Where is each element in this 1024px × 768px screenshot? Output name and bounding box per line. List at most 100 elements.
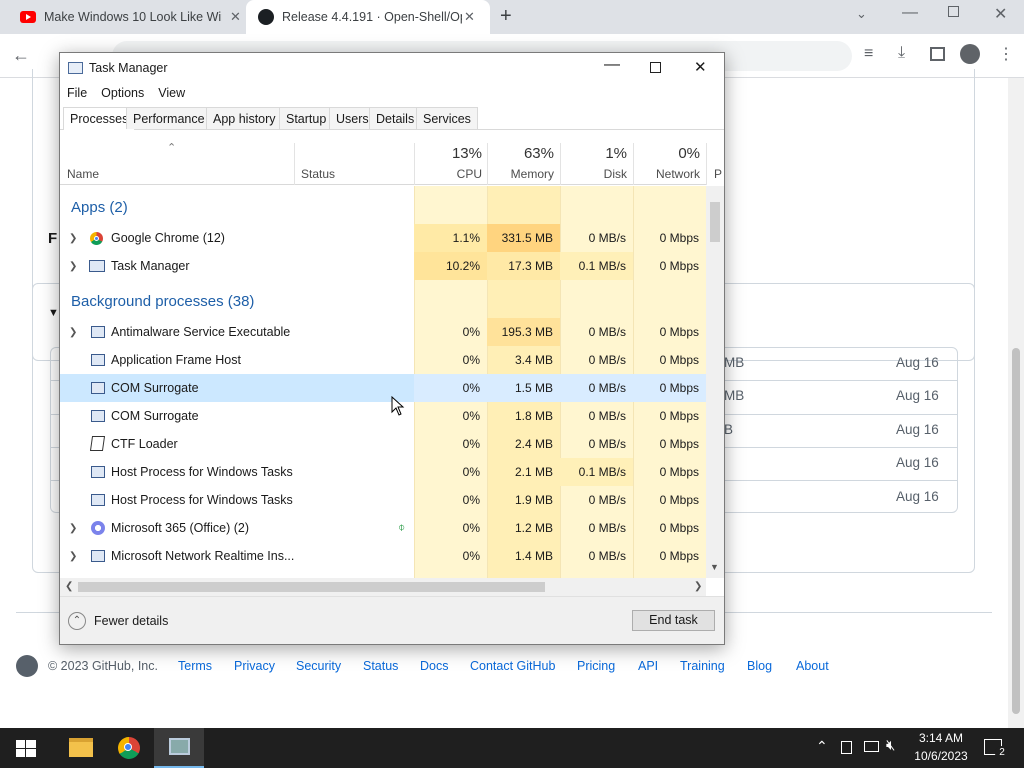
chrome-taskbar-icon[interactable] (118, 737, 140, 759)
browser-tab-youtube[interactable]: Make Windows 10 Look Like Wir ✕ (8, 0, 244, 34)
browser-tab-github[interactable]: Release 4.4.191 · Open-Shell/Ope ✕ (246, 0, 490, 34)
col-memory[interactable]: Memory (487, 167, 554, 181)
menu-icon[interactable]: ⋮ (998, 44, 1014, 64)
volume-muted-icon[interactable]: 🔇︎ (886, 737, 895, 754)
sidebar-letter: F (48, 230, 58, 247)
scrollbar-thumb[interactable] (78, 582, 545, 592)
cpu-value: 0% (462, 409, 480, 423)
table-row[interactable]: ❯ Task Manager 10.2% 17.3 MB 0.1 MB/s 0 … (60, 252, 706, 280)
footer-link-training[interactable]: Training (680, 659, 725, 673)
collapse-icon[interactable]: ⌃ (68, 612, 86, 630)
page-scrollbar[interactable] (1008, 78, 1024, 728)
new-tab-button[interactable]: + (500, 5, 512, 28)
footer-link-api[interactable]: API (638, 659, 658, 673)
back-icon[interactable]: ← (12, 45, 30, 66)
scrollbar-thumb[interactable] (710, 202, 720, 242)
col-name[interactable]: Name (67, 167, 99, 181)
download-icon[interactable]: ⤓ (898, 44, 905, 62)
table-row[interactable]: ❯ Google Chrome (12) 1.1% 331.5 MB 0 MB/… (60, 224, 706, 252)
group-apps[interactable]: Apps (2) (71, 199, 128, 216)
title-bar[interactable]: Task Manager — ✕ (60, 53, 724, 83)
footer-link-status[interactable]: Status (363, 659, 398, 673)
table-row[interactable]: Host Process for Windows Tasks 0% 1.9 MB… (60, 486, 706, 514)
tab-performance[interactable]: Performance (126, 107, 212, 129)
table-row[interactable]: Application Frame Host 0% 3.4 MB 0 MB/s … (60, 346, 706, 374)
github-logo-icon[interactable] (16, 655, 38, 677)
file-explorer-icon[interactable] (69, 738, 93, 757)
mouse-cursor-icon (391, 396, 405, 416)
tab-startup[interactable]: Startup (279, 107, 334, 129)
windows-start-icon[interactable] (16, 740, 36, 758)
tab-processes[interactable]: Processes (63, 107, 136, 130)
task-manager-taskbar-button[interactable] (154, 728, 204, 768)
memory-value: 1.2 MB (514, 521, 553, 535)
menu-options[interactable]: Options (101, 86, 144, 104)
profile-icon[interactable] (960, 44, 980, 64)
network-value: 0 Mbps (659, 465, 699, 479)
table-row[interactable]: COM Surrogate 0% 1.8 MB 0 MB/s 0 Mbps (60, 402, 706, 430)
process-name: Microsoft 365 (Office) (2) (111, 521, 250, 535)
tab-app-history[interactable]: App history (206, 107, 283, 129)
col-cpu[interactable]: CPU (414, 167, 482, 181)
network-icon[interactable] (864, 741, 879, 752)
tab-search-icon[interactable]: ⌄ (856, 6, 867, 22)
maximize-icon[interactable] (650, 62, 661, 73)
network-value: 0 Mbps (659, 259, 699, 273)
media-icon[interactable]: ≡ (864, 45, 873, 63)
scroll-right-icon[interactable]: ❯ (694, 581, 702, 592)
horizontal-scrollbar[interactable]: ❮ ❯ (60, 578, 706, 596)
page-scrollbar-thumb[interactable] (1012, 348, 1020, 714)
tray-overflow-icon[interactable]: ⌃ (816, 738, 828, 755)
minimize-icon[interactable]: — (604, 56, 620, 74)
table-row[interactable]: ❯ Antimalware Service Executable 0% 195.… (60, 318, 706, 346)
scroll-down-icon[interactable]: ▼ (710, 562, 719, 572)
footer-link-docs[interactable]: Docs (420, 659, 448, 673)
table-row[interactable]: ❯ Microsoft 365 (Office) (2) ⌽ 0% 1.2 MB… (60, 514, 706, 542)
fewer-details-link[interactable]: Fewer details (94, 614, 168, 628)
expand-icon[interactable]: ❯ (69, 327, 77, 338)
close-window-icon[interactable]: ✕ (994, 4, 1007, 24)
col-disk[interactable]: Disk (560, 167, 627, 181)
side-panel-icon[interactable] (930, 47, 945, 61)
cpu-value: 0% (462, 493, 480, 507)
group-background[interactable]: Background processes (38) (71, 293, 254, 310)
table-row-selected[interactable]: COM Surrogate 0% 1.5 MB 0 MB/s 0 Mbps (60, 374, 706, 402)
menu-file[interactable]: File (67, 86, 87, 104)
col-network[interactable]: Network (633, 167, 700, 181)
footer-link-security[interactable]: Security (296, 659, 341, 673)
table-row[interactable]: Host Process for Windows Tasks 0% 2.1 MB… (60, 458, 706, 486)
tab-details[interactable]: Details (369, 107, 422, 129)
close-tab-icon[interactable]: ✕ (230, 9, 241, 25)
close-tab-icon[interactable]: ✕ (464, 9, 475, 25)
minimize-icon[interactable]: — (902, 4, 918, 22)
col-status[interactable]: Status (301, 167, 335, 181)
menu-bar: File Options View (67, 86, 199, 104)
clock-time[interactable]: 3:14 AM (916, 731, 966, 745)
expand-icon[interactable]: ❯ (69, 523, 77, 534)
close-icon[interactable]: ✕ (694, 58, 707, 76)
footer-link-pricing[interactable]: Pricing (577, 659, 615, 673)
taskbar: ⌃ 🔇︎ 3:14 AM 10/6/2023 2 (0, 728, 1024, 768)
menu-view[interactable]: View (158, 86, 185, 104)
footer-link-about[interactable]: About (796, 659, 829, 673)
restore-icon[interactable] (948, 6, 959, 17)
expand-icon[interactable]: ❯ (69, 261, 77, 272)
clock-date[interactable]: 10/6/2023 (906, 749, 976, 763)
footer-link-terms[interactable]: Terms (178, 659, 212, 673)
expand-icon[interactable]: ❯ (69, 233, 77, 244)
expand-icon[interactable]: ❯ (69, 551, 77, 562)
memory-value: 17.3 MB (508, 259, 553, 273)
tab-services[interactable]: Services (416, 107, 478, 129)
footer-link-privacy[interactable]: Privacy (234, 659, 275, 673)
assets-toggle-icon[interactable]: ▼ (48, 307, 59, 319)
tablet-icon[interactable] (841, 741, 852, 754)
scroll-left-icon[interactable]: ❮ (65, 581, 73, 592)
table-row[interactable]: CTF Loader 0% 2.4 MB 0 MB/s 0 Mbps (60, 430, 706, 458)
footer-link-blog[interactable]: Blog (747, 659, 772, 673)
memory-value: 195.3 MB (501, 325, 553, 339)
col-power[interactable]: P (714, 167, 722, 181)
table-row[interactable]: ❯ Microsoft Network Realtime Ins... 0% 1… (60, 542, 706, 570)
end-task-button[interactable]: End task (632, 610, 715, 631)
process-list-scrollbar[interactable]: ▼ (706, 186, 724, 578)
footer-link-contact[interactable]: Contact GitHub (470, 659, 555, 673)
